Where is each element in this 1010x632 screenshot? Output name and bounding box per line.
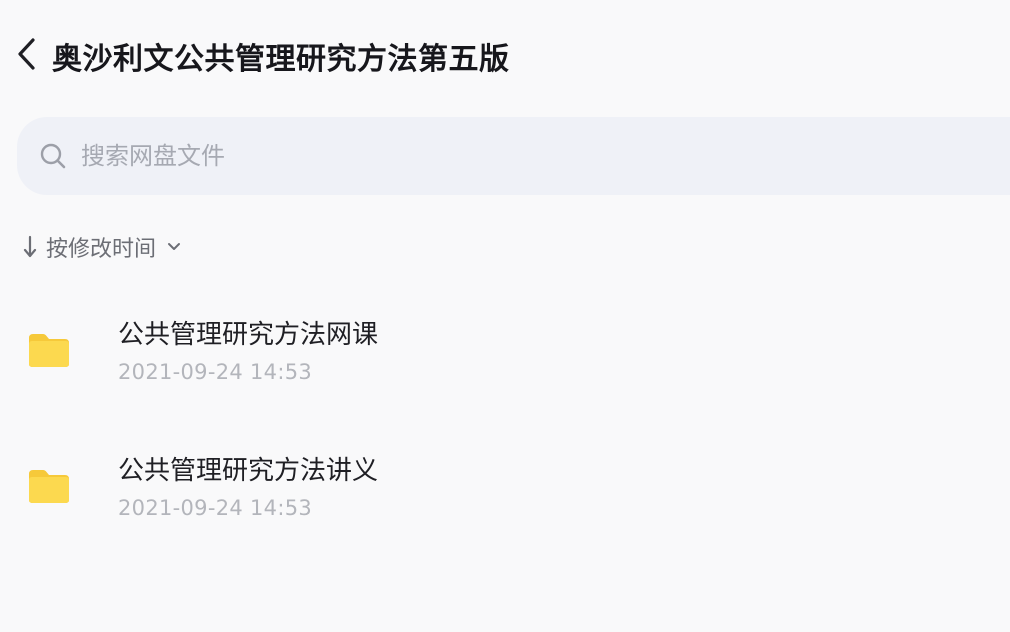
file-modified-time: 2021-09-24 14:53 (118, 496, 313, 520)
file-name: 公共管理研究方法网课 (118, 320, 379, 350)
file-browser-page: 奥沙利文公共管理研究方法第五版 按修改时间 (0, 0, 1010, 632)
search-input[interactable] (79, 135, 783, 177)
search-icon (39, 142, 67, 170)
sort-label: 按修改时间 (46, 237, 157, 262)
folder-icon (27, 332, 71, 368)
file-name: 公共管理研究方法讲义 (118, 456, 379, 486)
chevron-left-icon (16, 37, 38, 75)
sort-selector[interactable]: 按修改时间 (20, 226, 182, 268)
chevron-down-icon (166, 239, 182, 255)
search-bar[interactable] (17, 117, 1010, 195)
list-item[interactable]: 公共管理研究方法讲义 2021-09-24 14:53 (0, 428, 1010, 564)
list-item[interactable]: 公共管理研究方法网课 2021-09-24 14:53 (0, 292, 1010, 428)
back-button[interactable] (4, 28, 50, 84)
file-modified-time: 2021-09-24 14:53 (118, 360, 313, 384)
header: 奥沙利文公共管理研究方法第五版 (0, 28, 1010, 84)
arrow-down-icon (20, 233, 40, 261)
folder-icon (27, 468, 71, 504)
file-list: 公共管理研究方法网课 2021-09-24 14:53 公共管理研究方法讲义 2… (0, 292, 1010, 564)
page-title: 奥沙利文公共管理研究方法第五版 (52, 42, 510, 77)
